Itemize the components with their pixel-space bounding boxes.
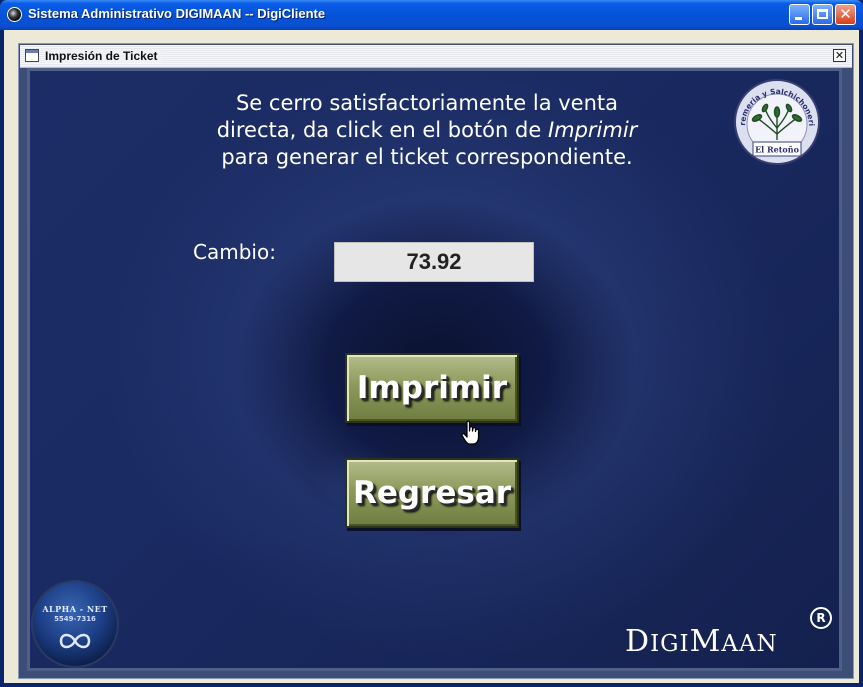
- minimize-icon: [795, 17, 802, 20]
- window-title-bar[interactable]: Sistema Administrativo DIGIMAAN -- DigiC…: [0, 0, 863, 30]
- change-amount-field[interactable]: 73.92: [334, 242, 534, 282]
- internal-frame: Impresión de Ticket ✕ Se cerro satisfact…: [18, 43, 854, 679]
- internal-frame-close-button[interactable]: ✕: [833, 49, 846, 62]
- internal-frame-title: Impresión de Ticket: [45, 49, 162, 63]
- alpha-net-logo: ALPHA - NET 5549-7316: [31, 580, 119, 668]
- digimaan-brand: DIGIMAAN: [625, 624, 778, 659]
- close-icon: ✕: [839, 5, 852, 23]
- print-button[interactable]: Imprimir: [345, 353, 519, 423]
- message-line-2-emphasis: Imprimir: [547, 118, 638, 142]
- message-line-2-text: directa, da click en el botón de: [216, 118, 542, 142]
- infinity-icon: [59, 633, 91, 649]
- app-icon[interactable]: [7, 7, 22, 22]
- registered-mark: R: [810, 607, 832, 629]
- hand-pointer-icon: [461, 420, 480, 445]
- change-label: Cambio:: [193, 240, 276, 264]
- brand-letters-igi: IGI: [650, 631, 690, 657]
- back-button[interactable]: Regresar: [345, 458, 519, 528]
- maximize-icon: [817, 9, 828, 19]
- alpha-net-phone: 5549-7316: [54, 615, 96, 623]
- brand-letter-d: D: [625, 624, 651, 659]
- message-line-3: para generar el ticket correspondiente.: [221, 145, 633, 169]
- close-button[interactable]: ✕: [835, 4, 856, 25]
- ticket-panel: Se cerro satisfactoriamente la venta dir…: [27, 68, 842, 671]
- alpha-net-name: ALPHA - NET: [42, 604, 108, 614]
- internal-frame-title-bar[interactable]: Impresión de Ticket ✕: [20, 45, 852, 68]
- window-icon: [25, 49, 39, 62]
- seal-bottom-text: El Retoño: [755, 145, 800, 155]
- minimize-button[interactable]: [789, 4, 810, 25]
- message-line-2: directa, da click en el botón de Imprimi…: [167, 117, 687, 144]
- el-retono-logo: Cremeria y Salchichoneria El Retoño: [733, 78, 820, 165]
- window-title: Sistema Administrativo DIGIMAAN -- DigiC…: [28, 6, 326, 21]
- brand-letter-m: M: [689, 624, 722, 659]
- main-window: Sistema Administrativo DIGIMAAN -- DigiC…: [0, 0, 863, 687]
- instruction-message: Se cerro satisfactoriamente la venta dir…: [167, 90, 687, 171]
- brand-letters-aan: AAN: [721, 631, 778, 657]
- maximize-button[interactable]: [812, 4, 833, 25]
- message-line-1: Se cerro satisfactoriamente la venta: [235, 91, 619, 115]
